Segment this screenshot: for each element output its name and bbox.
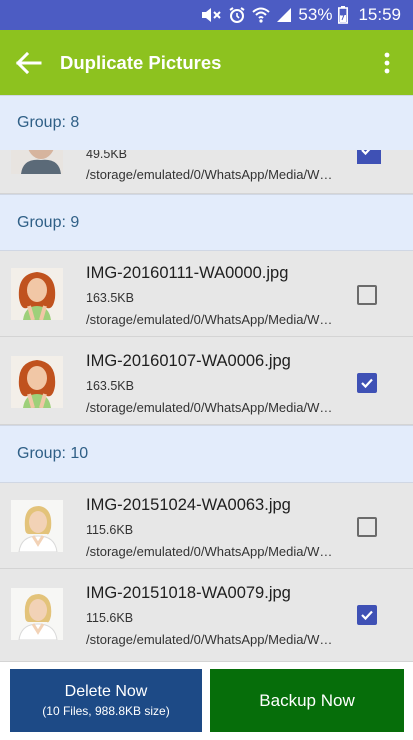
group-header: Group: 9 [0, 194, 413, 251]
app-bar: Duplicate Pictures [0, 30, 413, 95]
wifi-icon [252, 6, 271, 24]
group-header: Group: 10 [0, 425, 413, 483]
file-path: /storage/emulated/0/WhatsApp/Media/Whats… [86, 312, 338, 327]
list-item[interactable]: IMG-20160111-WA0000.jpg 163.5KB /storage… [0, 251, 413, 337]
delete-now-label: Delete Now [64, 683, 148, 700]
status-bar: 53% 15:59 [0, 0, 413, 30]
file-path: /storage/emulated/0/WhatsApp/Media/Whats… [86, 400, 338, 415]
delete-now-button[interactable]: Delete Now (10 Files, 988.8KB size) [10, 669, 202, 732]
backup-now-button[interactable]: Backup Now [210, 669, 404, 732]
file-size: 115.6KB [86, 523, 134, 537]
group-title: Group: 9 [17, 213, 80, 231]
file-name: IMG-20160107-WA0006.jpg [86, 352, 291, 370]
select-checkbox[interactable] [357, 373, 377, 393]
group-title: Group: 8 [17, 114, 80, 131]
list-item[interactable]: IMG-20160107-WA0006.jpg 163.5KB /storage… [0, 339, 413, 425]
file-size: 49.5KB [86, 150, 128, 161]
file-size: 163.5KB [86, 379, 134, 393]
group-header: Group: 8 [0, 95, 413, 151]
file-path: /storage/emulated/0/WhatsApp/Media/Whats… [86, 632, 338, 647]
file-name: IMG-20151024-WA0063.jpg [86, 496, 291, 514]
thumbnail[interactable] [11, 588, 63, 640]
mute-icon [200, 6, 222, 24]
thumbnail[interactable] [11, 500, 63, 552]
select-checkbox[interactable] [357, 605, 377, 625]
battery-icon [338, 6, 349, 24]
file-size: 115.6KB [86, 611, 134, 625]
thumbnail[interactable] [11, 356, 63, 408]
file-size: 163.5KB [86, 291, 134, 305]
group-title: Group: 10 [17, 445, 89, 462]
delete-summary: (10 Files, 988.8KB size) [42, 704, 170, 718]
file-name: IMG-20160111-WA0000.jpg [86, 264, 289, 282]
page-title: Duplicate Pictures [60, 52, 222, 73]
overflow-menu-icon[interactable] [375, 50, 399, 76]
action-bar: Delete Now (10 Files, 988.8KB size) Back… [0, 662, 413, 740]
list-item[interactable]: 49.5KB /storage/emulated/0/WhatsApp/Medi… [0, 150, 413, 194]
back-arrow-icon[interactable] [12, 47, 44, 79]
list-item[interactable]: IMG-20151018-WA0079.jpg 115.6KB /storage… [0, 571, 413, 662]
thumbnail[interactable] [11, 268, 63, 320]
file-path: /storage/emulated/0/WhatsApp/Media/Whats… [86, 544, 338, 559]
battery-percent: 53% [298, 5, 333, 24]
clock: 15:59 [358, 5, 401, 24]
signal-icon [276, 7, 292, 23]
select-checkbox[interactable] [357, 517, 377, 537]
file-path: /storage/emulated/0/WhatsApp/Media/Whats… [86, 167, 338, 182]
file-name: IMG-20151018-WA0079.jpg [86, 584, 291, 602]
select-checkbox[interactable] [357, 285, 377, 305]
alarm-icon [228, 6, 246, 24]
list-item[interactable]: IMG-20151024-WA0063.jpg 115.6KB /storage… [0, 483, 413, 569]
thumbnail[interactable] [11, 150, 63, 174]
select-checkbox[interactable] [357, 150, 381, 164]
